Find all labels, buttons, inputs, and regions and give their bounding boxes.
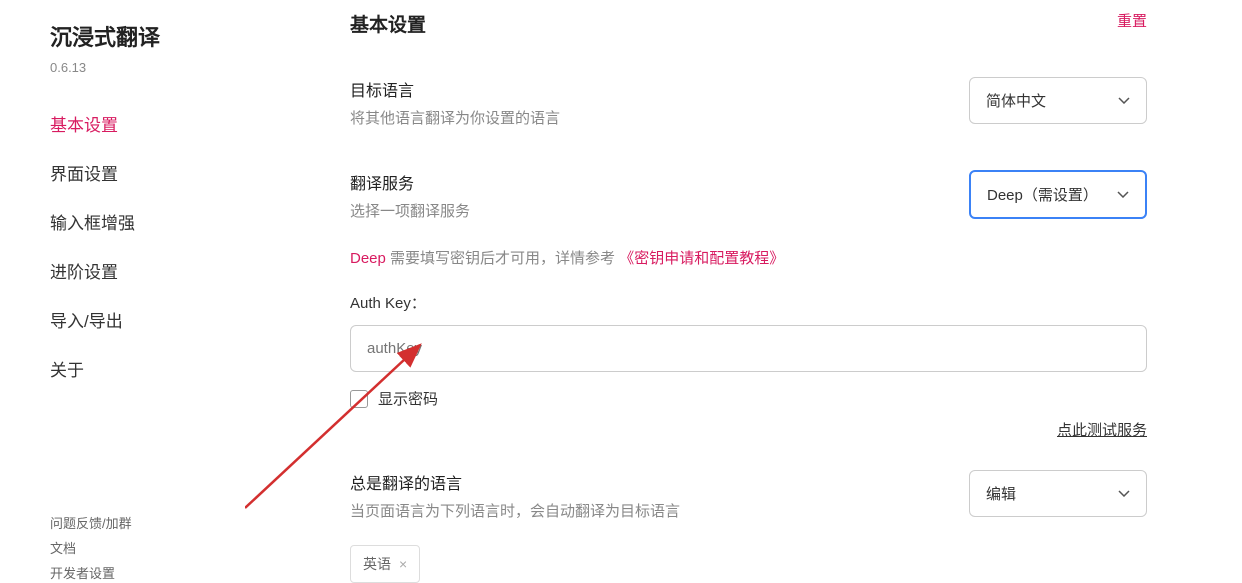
- nav-item-about[interactable]: 关于: [50, 344, 310, 393]
- service-title: 翻译服务: [350, 170, 470, 194]
- nav-item-basic[interactable]: 基本设置: [50, 99, 310, 148]
- service-desc: 选择一项翻译服务: [350, 200, 470, 221]
- chevron-down-icon: [1117, 191, 1129, 198]
- show-password-label: 显示密码: [378, 388, 438, 409]
- sidebar: 沉浸式翻译 0.6.13 基本设置 界面设置 输入框增强 进阶设置 导入/导出 …: [0, 0, 310, 583]
- nav-item-import-export[interactable]: 导入/导出: [50, 295, 310, 344]
- app-version: 0.6.13: [50, 60, 310, 75]
- nav-item-advanced[interactable]: 进阶设置: [50, 246, 310, 295]
- nav-item-ui[interactable]: 界面设置: [50, 148, 310, 197]
- tag-remove[interactable]: ×: [399, 556, 407, 572]
- auth-key-input[interactable]: [350, 325, 1147, 372]
- tag-label: 英语: [363, 554, 391, 574]
- service-select[interactable]: Deep（需设置）: [969, 170, 1147, 219]
- page-title: 基本设置: [350, 10, 426, 37]
- app-title: 沉浸式翻译: [50, 20, 310, 52]
- always-translate-select[interactable]: 编辑: [969, 470, 1147, 517]
- always-translate-title: 总是翻译的语言: [350, 470, 680, 494]
- service-info-text: 需要填写密钥后才可用，详情参考: [386, 250, 619, 267]
- chevron-down-icon: [1118, 97, 1130, 104]
- service-info-brand: Deep: [350, 250, 386, 267]
- language-tag: 英语 ×: [350, 545, 420, 583]
- nav-item-input[interactable]: 输入框增强: [50, 197, 310, 246]
- footer-feedback[interactable]: 问题反馈/加群: [50, 513, 310, 532]
- target-lang-value: 简体中文: [986, 90, 1046, 111]
- footer-dev[interactable]: 开发者设置: [50, 563, 310, 582]
- service-info: Deep 需要填写密钥后才可用，详情参考 《密钥申请和配置教程》: [350, 247, 1147, 268]
- always-translate-desc: 当页面语言为下列语言时，会自动翻译为目标语言: [350, 500, 680, 521]
- test-service-link[interactable]: 点此测试服务: [350, 419, 1147, 440]
- service-info-link[interactable]: 《密钥申请和配置教程》: [619, 250, 784, 267]
- always-translate-value: 编辑: [986, 483, 1016, 504]
- chevron-down-icon: [1118, 490, 1130, 497]
- show-password-checkbox[interactable]: [350, 390, 368, 408]
- target-lang-title: 目标语言: [350, 77, 560, 101]
- target-lang-desc: 将其他语言翻译为你设置的语言: [350, 107, 560, 128]
- service-value: Deep（需设置）: [987, 184, 1098, 205]
- footer-links: 问题反馈/加群 文档 开发者设置: [50, 513, 310, 582]
- footer-docs[interactable]: 文档: [50, 538, 310, 557]
- main-content: 基本设置 重置 目标语言 将其他语言翻译为你设置的语言 简体中文 翻译服务 选择…: [310, 0, 1242, 583]
- reset-link[interactable]: 重置: [1117, 10, 1147, 31]
- auth-key-label: Auth Key：: [350, 292, 1147, 313]
- target-lang-select[interactable]: 简体中文: [969, 77, 1147, 124]
